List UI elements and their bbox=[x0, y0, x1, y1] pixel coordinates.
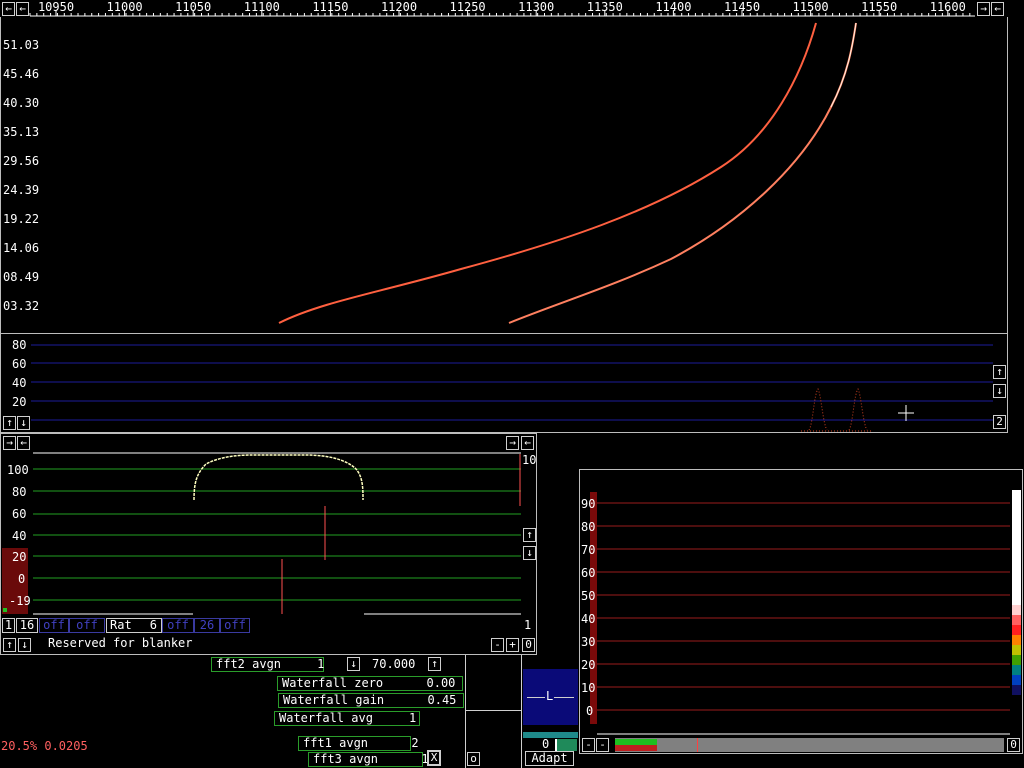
blanker-y-label: 60 bbox=[12, 507, 27, 521]
blanker-right-value: 10 bbox=[522, 453, 537, 467]
crosshair-cursor bbox=[898, 405, 914, 421]
smeter-red-bar bbox=[615, 745, 657, 751]
zero-button[interactable]: 0 bbox=[522, 638, 535, 652]
spectrum-peak-1 bbox=[808, 388, 828, 431]
close-x-button[interactable]: X bbox=[427, 750, 441, 766]
spectrum-y-label: 80 bbox=[12, 338, 27, 352]
off-toggle-3[interactable]: off bbox=[162, 618, 194, 633]
smeter-progress-bar bbox=[615, 738, 1004, 752]
spectrum-mode-button[interactable]: 2 bbox=[993, 415, 1006, 429]
meter-l-label: L bbox=[545, 689, 555, 703]
frequency-tick-label: 11600 bbox=[929, 0, 966, 14]
off-toggle-4[interactable]: off bbox=[220, 618, 250, 633]
blanker-y-label: 100 bbox=[7, 463, 29, 477]
smeter-y-label: 80 bbox=[581, 520, 596, 534]
zero-button[interactable]: 0 bbox=[1007, 738, 1020, 752]
blanker-y-label: -19 bbox=[9, 594, 31, 608]
plus-button[interactable]: + bbox=[506, 638, 519, 652]
fft2-avgn-control[interactable]: fft2 avgn 1 bbox=[211, 657, 324, 672]
blanker-curve bbox=[193, 454, 364, 501]
waterfall-panel[interactable]: 51.03 45.46 40.30 35.13 29.56 24.39 19.22 14.06… bbox=[0, 17, 1008, 334]
frequency-tick-label: 11250 bbox=[449, 0, 486, 14]
spectrum-grid bbox=[31, 344, 993, 432]
arrow-down-button[interactable]: ↓ bbox=[993, 384, 1006, 398]
spectrum-peak-2 bbox=[848, 388, 868, 431]
rat-box[interactable]: Rat 6 bbox=[106, 618, 162, 633]
param-16-box[interactable]: 16 bbox=[16, 618, 38, 633]
blanker-right-1: 1 bbox=[524, 618, 532, 632]
minus-button[interactable]: - bbox=[582, 738, 595, 752]
frequency-tick-label: 10950 bbox=[37, 0, 75, 14]
smeter-marker bbox=[697, 738, 698, 752]
arrow-down-button[interactable]: ↓ bbox=[18, 638, 31, 652]
frequency-tick-label: 11350 bbox=[586, 0, 623, 14]
meter-indicator bbox=[555, 739, 577, 751]
frequency-tick-label: 11550 bbox=[861, 0, 898, 14]
frequency-tick-label: 11300 bbox=[518, 0, 555, 14]
waterfall-avg-control[interactable]: Waterfall avg 1 bbox=[274, 711, 420, 726]
smeter-y-label: 40 bbox=[581, 612, 596, 626]
waterfall-gain-control[interactable]: Waterfall gain 0.45 bbox=[278, 693, 464, 708]
off-toggle-2[interactable]: off bbox=[69, 618, 105, 633]
smeter-y-label: 70 bbox=[581, 543, 596, 557]
arrow-down-button[interactable]: ↓ bbox=[347, 657, 360, 671]
value-26-box[interactable]: 26 bbox=[194, 618, 220, 633]
fft3-avgn-control[interactable]: fft3 avgn 1 bbox=[308, 752, 429, 767]
frequency-tick-label: 11100 bbox=[243, 0, 280, 14]
smeter-y-label: 50 bbox=[581, 589, 596, 603]
spectrum-y-label: 40 bbox=[12, 376, 27, 390]
trace-left bbox=[278, 22, 817, 324]
blanker-y-label: 80 bbox=[12, 485, 27, 499]
blanker-panel[interactable]: → ← → ← 100 80 60 40 20 0 -19 10 ↑ ↓ 1 1… bbox=[0, 433, 537, 655]
arrow-down-button[interactable]: ↓ bbox=[17, 416, 30, 430]
smeter-y-label: 30 bbox=[581, 635, 596, 649]
smeter-panel[interactable]: 90 80 70 60 50 40 30 20 10 0 - - 0 bbox=[579, 469, 1023, 754]
adapt-button[interactable]: Adapt bbox=[525, 751, 574, 766]
arrow-up-button[interactable]: ↑ bbox=[428, 657, 441, 671]
spectrum-y-label: 60 bbox=[12, 357, 27, 371]
frequency-tick-label: 11050 bbox=[175, 0, 212, 14]
fft1-avgn-control[interactable]: fft1 avgn 2 bbox=[298, 736, 419, 751]
level-meter: L bbox=[523, 669, 578, 725]
value-70[interactable]: 70.000 bbox=[372, 657, 415, 671]
blanker-y-label: 40 bbox=[12, 529, 27, 543]
o-button[interactable]: o bbox=[467, 752, 480, 766]
meter-bar bbox=[523, 732, 578, 738]
waterfall-zero-control[interactable]: Waterfall zero 0.00 bbox=[277, 676, 463, 691]
frequency-tick-label: 11450 bbox=[723, 0, 761, 14]
smeter-graph bbox=[590, 490, 1021, 735]
frequency-ruler: ← ← → ← 10950 11000 11050 11100 11150 11200 11… bbox=[0, 0, 1024, 17]
frequency-tick-label: 11000 bbox=[106, 0, 143, 14]
rat-value: 6 bbox=[149, 618, 157, 632]
waterfall-traces bbox=[278, 22, 857, 324]
smeter-y-label: 20 bbox=[581, 658, 596, 672]
arrow-up-button[interactable]: ↑ bbox=[3, 638, 16, 652]
smeter-y-label: 60 bbox=[581, 566, 596, 580]
frequency-tick-label: 11500 bbox=[792, 0, 829, 14]
smeter-y-label: 90 bbox=[581, 497, 596, 511]
frequency-tick-label: 11400 bbox=[655, 0, 692, 14]
smeter-y-label: 0 bbox=[586, 704, 594, 718]
reserved-text: Reserved for blanker bbox=[48, 636, 193, 650]
frequency-tick-label: 11200 bbox=[380, 0, 418, 14]
frequency-tick-label: 11150 bbox=[312, 0, 349, 14]
param-1-box[interactable]: 1 bbox=[2, 618, 15, 633]
blanker-y-label: 0 bbox=[18, 572, 26, 586]
trace-right bbox=[508, 22, 857, 324]
meter-zero: 0 bbox=[542, 737, 550, 751]
arrow-down-button[interactable]: ↓ bbox=[523, 546, 536, 560]
spectrum-panel[interactable]: 80 60 40 20 ↑ ↓ ↑ ↓ 2 bbox=[0, 333, 1008, 433]
rat-label: Rat bbox=[110, 618, 132, 632]
spectrum-y-label: 20 bbox=[12, 395, 27, 409]
arrow-up-button[interactable]: ↑ bbox=[993, 365, 1006, 379]
status-text: 20.5% 0.0205 bbox=[1, 739, 88, 753]
arrow-up-button[interactable]: ↑ bbox=[523, 528, 536, 542]
minus-button-2[interactable]: - bbox=[596, 738, 609, 752]
arrow-up-button[interactable]: ↑ bbox=[3, 416, 16, 430]
blanker-y-label: 20 bbox=[12, 550, 27, 564]
off-toggle-1[interactable]: off bbox=[39, 618, 69, 633]
smeter-y-label: 10 bbox=[581, 681, 596, 695]
minus-button[interactable]: - bbox=[491, 638, 504, 652]
